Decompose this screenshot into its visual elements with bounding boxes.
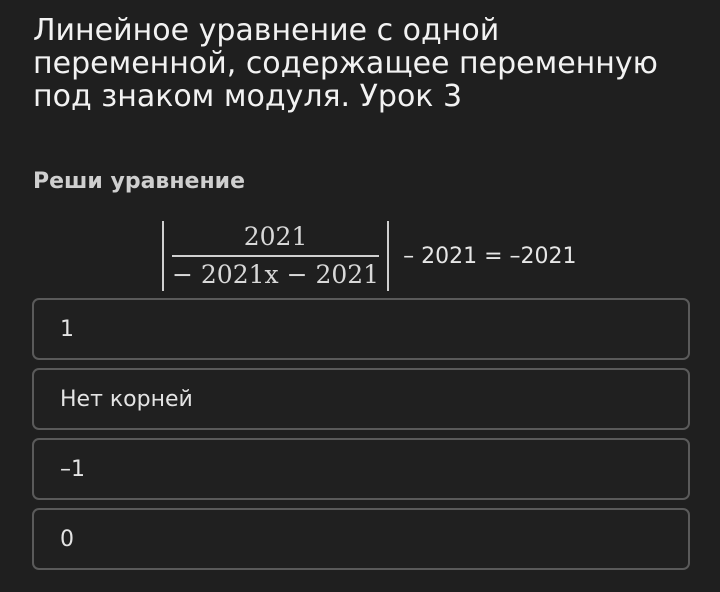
- answer-option-label: 1: [60, 316, 74, 342]
- task-prompt: Реши уравнение: [33, 169, 245, 194]
- fraction-denominator: − 2021x − 2021: [172, 260, 380, 289]
- answer-option-label: Нет корней: [60, 386, 193, 412]
- absolute-value: 2021 − 2021x − 2021: [162, 221, 390, 291]
- answer-option-label: 0: [60, 526, 74, 552]
- answer-option[interactable]: 1: [32, 298, 690, 360]
- equation-rhs: – 2021 = –2021: [403, 243, 577, 269]
- answer-option[interactable]: 0: [32, 508, 690, 570]
- answer-option[interactable]: –1: [32, 438, 690, 500]
- answer-options: 1 Нет корней –1 0: [32, 298, 690, 578]
- answer-option[interactable]: Нет корней: [32, 368, 690, 430]
- lesson-title: Линейное уравнение с одной переменной, с…: [33, 13, 658, 114]
- fraction: 2021 − 2021x − 2021: [172, 222, 380, 290]
- equation: 2021 − 2021x − 2021 – 2021 = –2021: [162, 220, 576, 292]
- answer-option-label: –1: [60, 456, 85, 482]
- fraction-numerator: 2021: [243, 222, 308, 251]
